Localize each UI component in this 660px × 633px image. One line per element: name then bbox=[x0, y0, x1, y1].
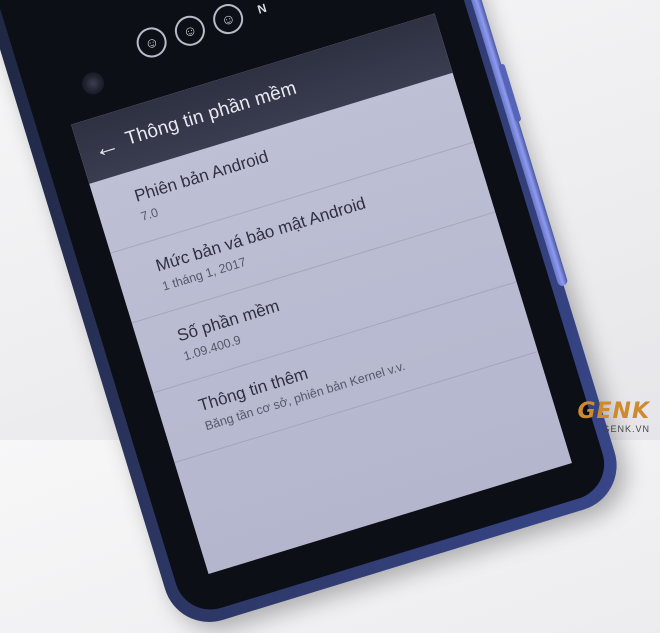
screen: ← Thông tin phần mềm Phiên bản Android 7… bbox=[71, 13, 572, 575]
watermark-site: GENK.VN bbox=[602, 424, 650, 434]
front-camera bbox=[79, 69, 107, 98]
add-person-icon: ☺ bbox=[132, 23, 171, 62]
watermark: GENK GENK.VN bbox=[577, 399, 650, 434]
phone: ☺ ☺ ☺ N ← Thông tin phần mềm Phiên bản A… bbox=[0, 0, 629, 633]
phone-bezel: ☺ ☺ ☺ N ← Thông tin phần mềm Phiên bản A… bbox=[0, 0, 614, 619]
nfc-icon: N bbox=[255, 0, 269, 17]
watermark-logo-text: GENK bbox=[577, 399, 650, 424]
account-icon: ☺ bbox=[171, 12, 209, 50]
account-icon: ☺ bbox=[209, 0, 247, 38]
status-bar: ☺ ☺ ☺ N bbox=[132, 0, 271, 62]
watermark-logo: GENK bbox=[577, 399, 650, 424]
